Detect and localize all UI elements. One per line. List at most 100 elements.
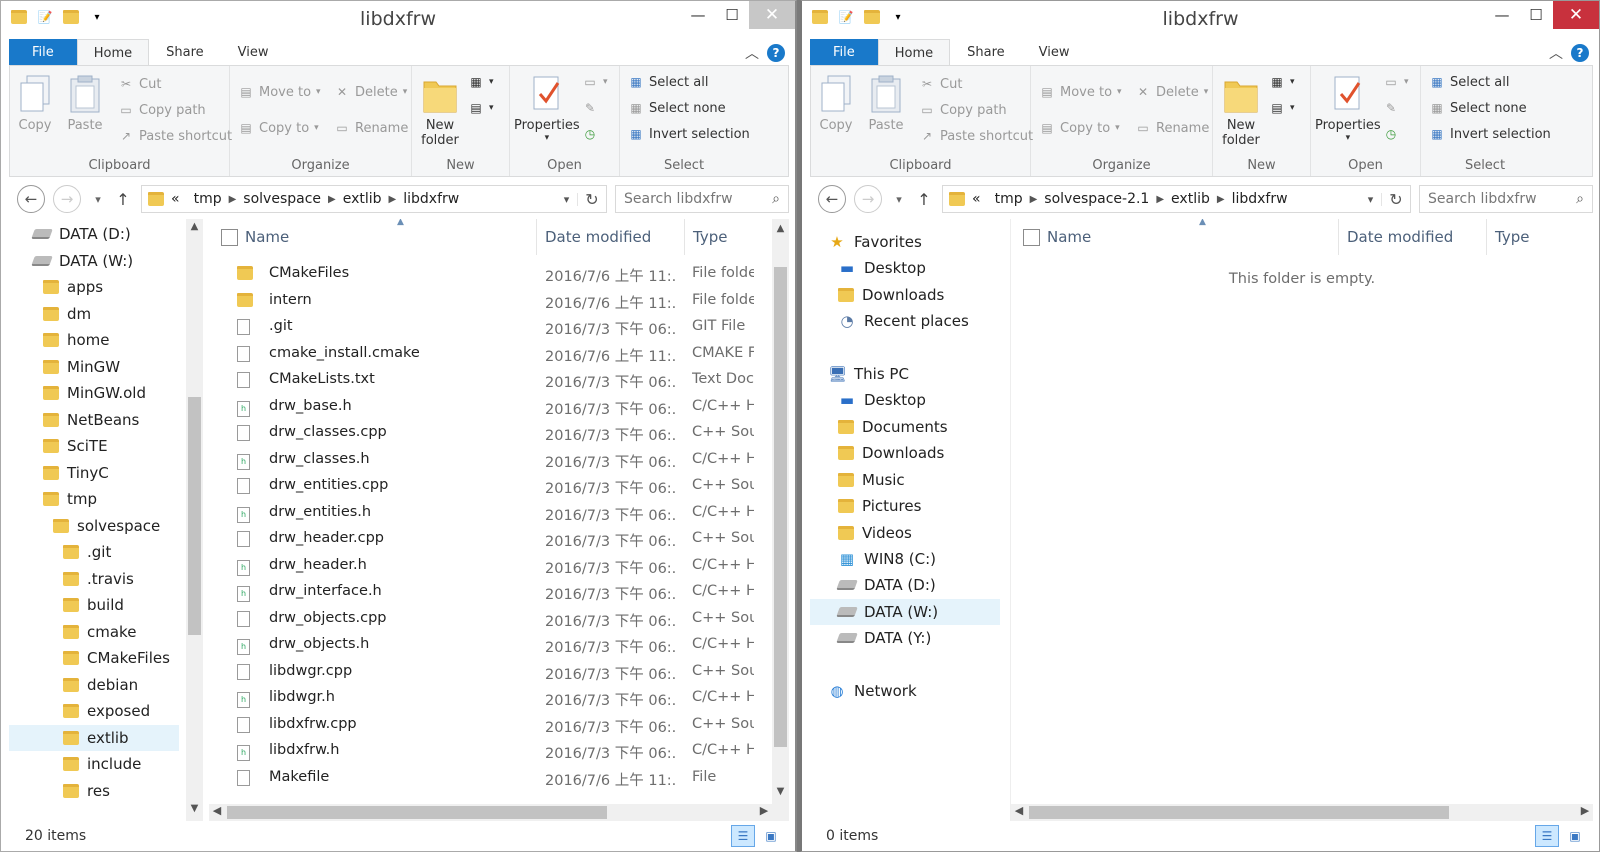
- file-row[interactable]: drw_header.cpp 2016/7/3 下午 06:... C++ Sour…: [209, 526, 789, 552]
- tree-item[interactable]: extlib: [9, 724, 179, 751]
- tree-item[interactable]: Downloads: [810, 440, 1000, 466]
- paste-button[interactable]: Paste: [66, 72, 104, 133]
- scroll-thumb[interactable]: [774, 267, 787, 747]
- tab-share[interactable]: Share: [149, 39, 221, 66]
- paste-button[interactable]: Paste: [867, 72, 905, 133]
- navigation-pane[interactable]: DATA (D:) DATA (W:) apps dm home MinGW MinGW.o…: [9, 219, 203, 821]
- navigation-pane[interactable]: ★ Favorites ▬ Desktop Downloads ◔ Recent place…: [810, 219, 1006, 821]
- file-row[interactable]: h drw_objects.h 2016/7/3 下午 06:... C/C++ He…: [209, 632, 789, 658]
- file-row[interactable]: h libdwgr.h 2016/7/3 下午 06:... C/C++ Header: [209, 685, 789, 711]
- cut-button[interactable]: ✂ Cut: [919, 76, 962, 92]
- back-button[interactable]: ←: [818, 185, 846, 213]
- file-row[interactable]: .git 2016/7/3 下午 06:... GIT File: [209, 314, 789, 340]
- select-none-button[interactable]: ▦ Select none: [628, 100, 725, 116]
- tree-item[interactable]: exposed: [9, 698, 179, 724]
- tree-item[interactable]: apps: [9, 274, 179, 300]
- tree-item[interactable]: DATA (W:): [810, 599, 1000, 625]
- tree-item[interactable]: solvespace: [9, 513, 179, 539]
- column-type[interactable]: Type: [1487, 219, 1587, 255]
- large-icons-view-icon[interactable]: ▣: [759, 825, 783, 847]
- breadcrumb-overflow[interactable]: «: [164, 191, 187, 207]
- breadcrumb-chevron-icon[interactable]: ▶: [229, 194, 237, 205]
- move-to-button[interactable]: ▤ Move to ▾: [238, 84, 320, 100]
- move-to-button[interactable]: ▤ Move to ▾: [1039, 84, 1121, 100]
- refresh-icon[interactable]: ↻: [1382, 190, 1410, 209]
- file-row[interactable]: drw_classes.cpp 2016/7/3 下午 06:... C++ Sou…: [209, 420, 789, 446]
- easy-access-button[interactable]: ▤ ▾: [468, 100, 493, 116]
- column-name[interactable]: Name ▲: [1039, 219, 1339, 255]
- breadcrumb-chevron-icon[interactable]: ▶: [389, 194, 397, 205]
- new-folder-icon[interactable]: [862, 7, 882, 27]
- help-icon[interactable]: ?: [1571, 43, 1589, 62]
- new-folder-button[interactable]: New folder: [1219, 72, 1263, 148]
- tree-item[interactable]: ◍ Network: [810, 678, 1000, 704]
- tree-item[interactable]: Documents: [810, 414, 1000, 440]
- scroll-thumb[interactable]: [1029, 806, 1449, 819]
- address-dropdown-icon[interactable]: ▾: [556, 192, 578, 206]
- copy-path-button[interactable]: ▭ Copy path: [118, 102, 205, 118]
- tab-view[interactable]: View: [1022, 39, 1087, 66]
- title-bar[interactable]: 📝 ▾ libdxfrw — ☐ ✕: [1, 1, 795, 37]
- breadcrumb-item[interactable]: extlib: [1164, 191, 1217, 207]
- tree-item[interactable]: cmake: [9, 619, 179, 645]
- tab-file[interactable]: File: [9, 39, 77, 66]
- scroll-right-icon[interactable]: ▶: [1577, 804, 1593, 817]
- forward-button[interactable]: →: [53, 185, 81, 213]
- file-row[interactable]: h libdxfrw.h 2016/7/3 下午 06:... C/C++ Heade…: [209, 738, 789, 764]
- address-bar[interactable]: « tmp ▶ solvespace-2.1 ▶ extlib ▶ libdxfrw …: [942, 185, 1411, 213]
- file-row[interactable]: h drw_base.h 2016/7/3 下午 06:... C/C++ Heade…: [209, 394, 789, 420]
- scroll-thumb[interactable]: [188, 397, 201, 635]
- file-row[interactable]: drw_entities.cpp 2016/7/3 下午 06:... C++ So…: [209, 473, 789, 499]
- scroll-left-icon[interactable]: ◀: [1011, 804, 1027, 817]
- column-name[interactable]: Name ▲: [237, 219, 537, 255]
- tree-item[interactable]: Music: [810, 467, 1000, 493]
- minimize-button[interactable]: —: [681, 1, 715, 29]
- file-list[interactable]: Name ▲ Date modified Type CMakeFiles 2016/…: [209, 219, 789, 821]
- tree-item[interactable]: TinyC: [9, 460, 179, 486]
- breadcrumb-chevron-icon[interactable]: ▶: [1217, 194, 1225, 205]
- copy-button[interactable]: Copy: [16, 72, 54, 133]
- tree-item[interactable]: DATA (W:): [9, 248, 179, 274]
- history-button[interactable]: ◷: [1383, 126, 1399, 142]
- breadcrumb-item[interactable]: tmp: [187, 191, 229, 207]
- breadcrumb-item[interactable]: solvespace: [236, 191, 328, 207]
- cut-button[interactable]: ✂ Cut: [118, 76, 161, 92]
- tree-item[interactable]: Videos: [810, 520, 1000, 546]
- breadcrumb-chevron-icon[interactable]: ▶: [1156, 194, 1164, 205]
- properties-button[interactable]: Properties ▾: [514, 72, 580, 143]
- file-list[interactable]: Name ▲ Date modified Type This folder is …: [1010, 219, 1593, 821]
- breadcrumb-item[interactable]: libdxfrw: [396, 191, 466, 207]
- tree-item[interactable]: ◔ Recent places: [810, 308, 1000, 334]
- scroll-up-icon[interactable]: ▲: [772, 223, 789, 239]
- file-list-scrollbar[interactable]: ▲ ▼: [772, 219, 789, 804]
- tree-item[interactable]: MinGW.old: [9, 380, 179, 406]
- select-all-button[interactable]: ▦ Select all: [628, 74, 708, 90]
- customize-toolbar-icon[interactable]: ▾: [87, 7, 107, 27]
- title-bar[interactable]: 📝 ▾ libdxfrw — ☐ ✕: [802, 1, 1599, 37]
- tree-item[interactable]: home: [9, 327, 179, 353]
- help-icon[interactable]: ?: [767, 43, 785, 62]
- scroll-down-icon[interactable]: ▼: [186, 803, 203, 819]
- select-all-checkbox[interactable]: [1023, 229, 1040, 246]
- scroll-thumb[interactable]: [227, 806, 607, 819]
- breadcrumb-item[interactable]: tmp: [988, 191, 1030, 207]
- details-view-icon[interactable]: ☰: [731, 825, 755, 847]
- breadcrumb-chevron-icon[interactable]: ▶: [328, 194, 336, 205]
- maximize-button[interactable]: ☐: [1519, 1, 1553, 29]
- copy-to-button[interactable]: ▤ Copy to ▾: [238, 120, 318, 136]
- file-row[interactable]: cmake_install.cmake 2016/7/6 上午 11:... CMA…: [209, 341, 789, 367]
- refresh-icon[interactable]: ↻: [578, 190, 606, 209]
- forward-button[interactable]: →: [854, 185, 882, 213]
- tree-item[interactable]: res: [9, 778, 179, 804]
- tab-view[interactable]: View: [221, 39, 286, 66]
- back-button[interactable]: ←: [17, 185, 45, 213]
- tree-item[interactable]: .git: [9, 539, 179, 565]
- easy-access-button[interactable]: ▤ ▾: [1269, 100, 1294, 116]
- tab-home[interactable]: Home: [76, 39, 150, 66]
- file-row[interactable]: CMakeLists.txt 2016/7/3 下午 06:... Text Doc…: [209, 367, 789, 393]
- tree-item[interactable]: ★ Favorites: [810, 229, 1000, 255]
- paste-shortcut-button[interactable]: ↗ Paste shortcut: [118, 128, 232, 144]
- properties-button[interactable]: Properties ▾: [1315, 72, 1381, 143]
- file-row[interactable]: h drw_header.h 2016/7/3 下午 06:... C/C++ Hea…: [209, 553, 789, 579]
- tree-item[interactable]: DATA (D:): [9, 221, 179, 247]
